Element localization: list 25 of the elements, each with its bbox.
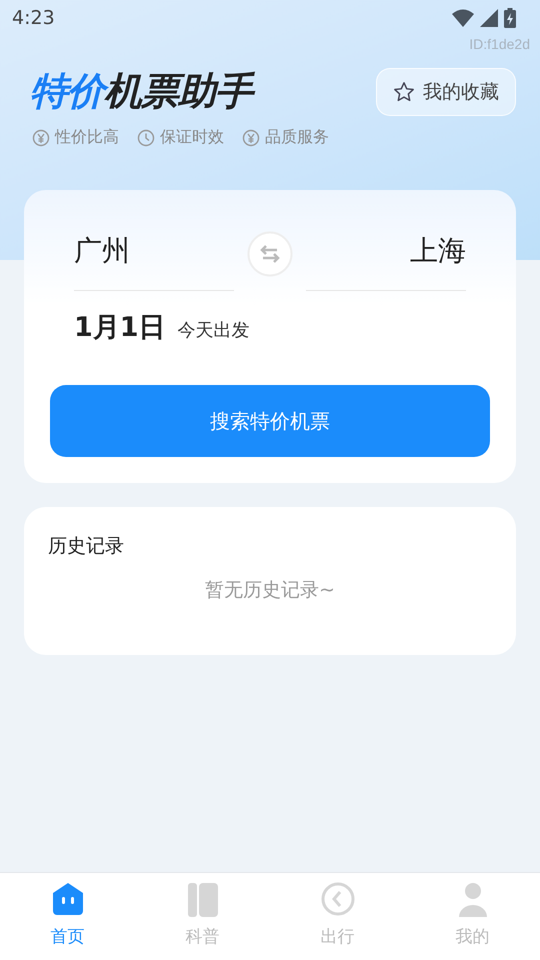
search-button[interactable]: 搜索特价机票 (50, 385, 490, 457)
nav-tab[interactable]: 出行 (270, 873, 405, 960)
star-icon (393, 80, 415, 102)
arrival-city[interactable]: 上海 (306, 216, 466, 291)
feature-label: 保证时效 (160, 127, 224, 148)
nav-tab[interactable]: 首页 (0, 873, 135, 960)
swap-icon[interactable] (247, 230, 293, 276)
departure-date[interactable]: 1月1日 (74, 309, 166, 345)
wifi-icon (452, 9, 474, 27)
favorites-button[interactable]: 我的收藏 (376, 68, 516, 116)
date-note: 今天出发 (178, 319, 250, 342)
device-id: ID:f1de2d (469, 36, 530, 52)
feature-label: 性价比高 (55, 127, 119, 148)
history-title: 历史记录 (48, 534, 125, 559)
departure-city[interactable]: 广州 (74, 216, 234, 291)
nav-tab[interactable]: 我的 (405, 873, 540, 960)
nav-tab[interactable]: 科普 (135, 873, 270, 960)
signal-icon (480, 9, 498, 27)
yuan-icon (32, 128, 50, 146)
empty-message: 暂无历史记录~ (205, 578, 335, 603)
status-time: 4:23 (12, 7, 55, 29)
yuan-icon (242, 128, 260, 146)
clock-icon (137, 128, 155, 146)
feature-label: 品质服务 (265, 127, 329, 148)
battery-icon (504, 8, 516, 28)
